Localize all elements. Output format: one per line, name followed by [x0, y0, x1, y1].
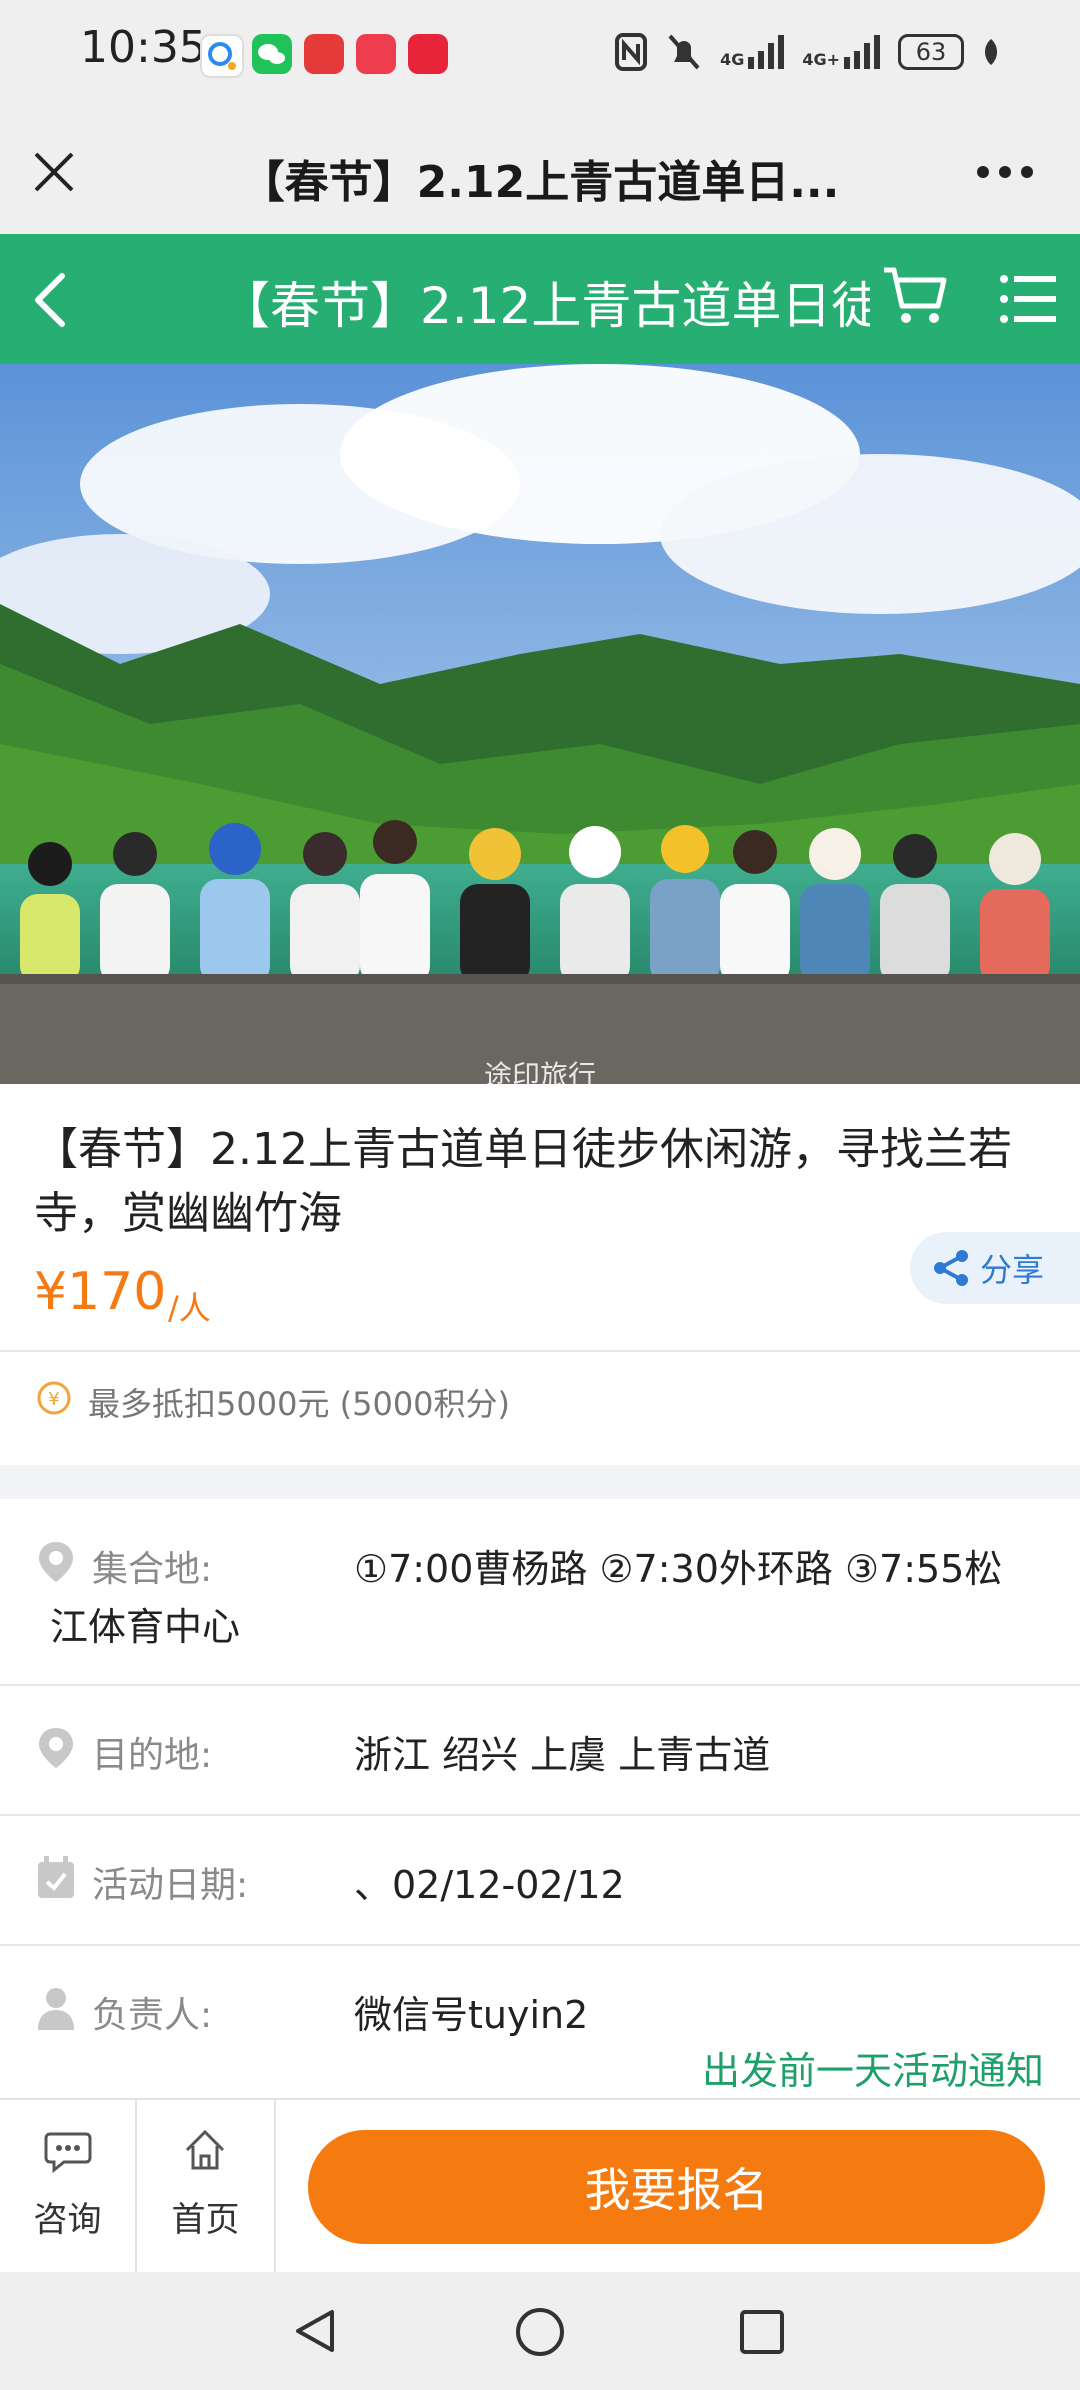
battery-level: 63	[915, 38, 947, 66]
watermark: 途印旅行	[483, 1059, 596, 1084]
back-icon[interactable]	[30, 272, 70, 328]
coin-icon: ¥	[36, 1380, 72, 1416]
divider	[0, 1944, 1080, 1946]
nav-home-icon[interactable]	[514, 2306, 566, 2358]
location-pin-icon	[36, 1726, 76, 1770]
chat-bubble-icon	[44, 2132, 92, 2174]
price-unit: /人	[168, 1289, 211, 1327]
more-options-icon[interactable]	[975, 160, 1035, 184]
app-icon-red-1	[304, 34, 344, 74]
contact-value: 微信号tuyin2	[354, 1993, 589, 2037]
consult-label: 咨询	[33, 2200, 102, 2240]
consult-button[interactable]: 咨询	[0, 2100, 137, 2274]
signup-button[interactable]: 我要报名	[308, 2130, 1045, 2244]
status-bar: 10:35 4G 4G+ 63	[0, 0, 1080, 110]
meeting-place-label: 集合地:	[92, 1549, 213, 1590]
mute-bell-icon	[668, 34, 700, 70]
leaf-icon	[984, 39, 998, 65]
nav-recents-icon[interactable]	[738, 2308, 786, 2356]
destination-value: 浙江 绍兴 上虞 上青古道	[354, 1733, 771, 1777]
contact-label: 负责人:	[92, 1995, 213, 2036]
share-icon	[934, 1250, 968, 1286]
network-type-2: 4G+	[802, 50, 840, 69]
page-title: 【春节】2.12上青古道单日徒	[220, 277, 870, 335]
divider	[0, 1684, 1080, 1686]
nav-back-icon[interactable]	[290, 2306, 340, 2356]
signal-1-icon: 4G	[720, 35, 785, 69]
person-icon	[36, 1986, 76, 2030]
calendar-icon	[36, 1856, 76, 1900]
price: ¥170	[34, 1262, 167, 1322]
divider	[0, 1350, 1080, 1352]
app-icon-red-2	[408, 34, 448, 74]
landscape-photo	[0, 364, 1080, 1084]
status-time: 10:35	[80, 22, 207, 73]
activity-date-label: 活动日期:	[92, 1865, 249, 1906]
home-label: 首页	[171, 2200, 240, 2240]
menu-icon[interactable]	[1000, 274, 1056, 324]
close-icon[interactable]	[30, 148, 78, 196]
signal-2-icon: 4G+	[802, 35, 880, 69]
hero-image: 途印旅行	[0, 364, 1080, 1084]
notice-text: 出发前一天活动通知	[701, 2049, 1044, 2093]
destination-label: 目的地:	[92, 1735, 213, 1776]
status-indicators: 4G 4G+ 63	[614, 30, 1000, 74]
system-nav-bar	[0, 2272, 1080, 2390]
location-pin-icon	[36, 1540, 76, 1584]
points-deduction-text: 最多抵扣5000元 (5000积分)	[88, 1385, 511, 1423]
webview-title: 【春节】2.12上青古道单日...	[240, 157, 840, 208]
nfc-icon	[615, 33, 648, 71]
qq-browser-icon	[200, 34, 244, 78]
network-type-1: 4G	[720, 50, 745, 69]
huawei-app-icon	[356, 34, 396, 74]
share-label: 分享	[980, 1251, 1045, 1289]
battery-icon: 63	[898, 34, 964, 70]
home-button[interactable]: 首页	[137, 2100, 276, 2274]
wechat-icon	[252, 34, 292, 74]
activity-date-value: 、02/12-02/12	[354, 1863, 625, 1907]
bottom-action-bar: 咨询 首页 我要报名	[0, 2098, 1080, 2274]
page-header: 【春节】2.12上青古道单日徒	[0, 234, 1080, 364]
svg-text:¥: ¥	[48, 1389, 59, 1410]
cart-icon[interactable]	[880, 264, 950, 328]
meeting-place-value-cont: 江体育中心	[50, 1605, 241, 1649]
webview-title-bar: 【春节】2.12上青古道单日...	[0, 110, 1080, 234]
product-title: 【春节】2.12上青古道单日徒步休闲游，寻找兰若寺，赏幽幽竹海	[34, 1124, 1012, 1239]
share-button[interactable]: 分享	[910, 1232, 1080, 1304]
home-icon	[185, 2129, 225, 2170]
section-gap	[0, 1465, 1080, 1499]
divider	[0, 1814, 1080, 1816]
meeting-place-value: ①7:00曹杨路 ②7:30外环路 ③7:55松	[354, 1547, 1003, 1591]
